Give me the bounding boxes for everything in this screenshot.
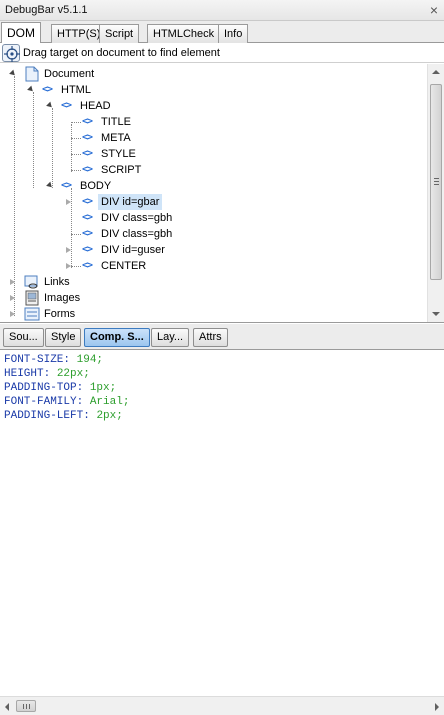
tree-connector bbox=[71, 122, 81, 123]
scroll-up-icon[interactable] bbox=[432, 70, 440, 74]
element-tag-icon: <> bbox=[82, 244, 93, 255]
horizontal-scrollbar[interactable] bbox=[0, 696, 444, 715]
style-row: FONT-SIZE: 194; bbox=[4, 353, 103, 367]
tree-connector bbox=[71, 266, 81, 267]
tab-computed-style[interactable]: Comp. S... bbox=[84, 328, 150, 347]
collapse-arrow-icon[interactable] bbox=[66, 199, 71, 205]
collapse-arrow-icon[interactable] bbox=[10, 295, 15, 301]
scrollbar-thumb[interactable] bbox=[16, 700, 36, 712]
window-title: DebugBar v5.1.1 bbox=[5, 4, 88, 16]
style-value: 194; bbox=[76, 354, 104, 366]
dom-tree: Document <> HTML <> HEAD <> TITLE <> MET… bbox=[0, 64, 444, 323]
style-property: PADDING-LEFT: bbox=[4, 410, 90, 422]
tree-connector bbox=[71, 154, 81, 155]
element-tag-icon: <> bbox=[82, 196, 93, 207]
style-property: PADDING-TOP: bbox=[4, 382, 84, 394]
collapse-arrow-icon[interactable] bbox=[66, 247, 71, 253]
style-row: PADDING-TOP: 1px; bbox=[4, 381, 116, 395]
computed-style-list: FONT-SIZE: 194; HEIGHT: 22px; PADDING-TO… bbox=[0, 351, 444, 696]
tree-label: STYLE bbox=[101, 148, 136, 160]
tree-label: Document bbox=[44, 68, 95, 80]
style-value: Arial; bbox=[89, 396, 130, 408]
main-tabs: DOM HTTP(S) Script HTMLCheck Info bbox=[0, 21, 444, 44]
crosshair-target-icon[interactable] bbox=[2, 44, 20, 62]
title-bar: DebugBar v5.1.1 × bbox=[0, 0, 444, 21]
style-row: PADDING-LEFT: 2px; bbox=[4, 409, 123, 423]
close-icon[interactable]: × bbox=[430, 2, 438, 18]
collapse-arrow-icon[interactable] bbox=[66, 263, 71, 269]
tree-connector bbox=[71, 170, 81, 171]
style-property: FONT-FAMILY: bbox=[4, 396, 84, 408]
expand-arrow-icon[interactable] bbox=[9, 69, 17, 78]
style-row: FONT-FAMILY: Arial; bbox=[4, 395, 129, 409]
element-tag-icon: <> bbox=[82, 212, 93, 223]
tree-label: DIV class=gbh bbox=[101, 212, 173, 224]
element-tag-icon: <> bbox=[82, 260, 93, 271]
tree-connector bbox=[52, 108, 53, 188]
tree-connector bbox=[33, 92, 34, 188]
tree-label: Forms bbox=[44, 308, 76, 320]
tab-htmlcheck[interactable]: HTMLCheck bbox=[147, 24, 221, 43]
tree-connector bbox=[71, 188, 72, 268]
collapse-arrow-icon[interactable] bbox=[10, 311, 15, 317]
tree-label: SCRIPT bbox=[101, 164, 142, 176]
document-icon bbox=[25, 66, 39, 82]
tree-scrollbar[interactable] bbox=[427, 64, 444, 322]
tree-connector bbox=[71, 124, 72, 172]
style-value: 1px; bbox=[89, 382, 117, 394]
tree-label: HEAD bbox=[80, 100, 111, 112]
tab-dom[interactable]: DOM bbox=[1, 22, 41, 44]
tab-attributes[interactable]: Attrs bbox=[193, 328, 228, 347]
tree-label: Images bbox=[44, 292, 81, 304]
element-tag-icon: <> bbox=[42, 84, 53, 95]
element-tag-icon: <> bbox=[61, 100, 72, 111]
tree-connector bbox=[71, 138, 81, 139]
target-toolbar: Drag target on document to find element bbox=[0, 43, 444, 63]
scroll-left-icon[interactable] bbox=[5, 703, 9, 711]
style-property: FONT-SIZE: bbox=[4, 354, 71, 366]
element-tag-icon: <> bbox=[82, 164, 93, 175]
tab-script[interactable]: Script bbox=[99, 24, 140, 43]
tab-info[interactable]: Info bbox=[218, 24, 249, 43]
forms-icon bbox=[24, 307, 40, 321]
tab-style[interactable]: Style bbox=[45, 328, 82, 347]
tree-label: CENTER bbox=[101, 260, 147, 272]
tree-label: HTML bbox=[61, 84, 91, 96]
tab-source[interactable]: Sou... bbox=[3, 328, 44, 347]
links-icon bbox=[24, 275, 38, 289]
style-value: 2px; bbox=[96, 410, 123, 422]
element-tag-icon: <> bbox=[82, 228, 93, 239]
style-value: 22px; bbox=[56, 368, 90, 380]
tree-label: META bbox=[101, 132, 131, 144]
collapse-arrow-icon[interactable] bbox=[10, 279, 15, 285]
style-property: HEIGHT: bbox=[4, 368, 51, 380]
images-icon bbox=[25, 290, 39, 306]
scroll-right-icon[interactable] bbox=[435, 703, 439, 711]
element-tag-icon: <> bbox=[82, 116, 93, 127]
tree-label: DIV class=gbh bbox=[101, 228, 173, 240]
style-row: HEIGHT: 22px; bbox=[4, 367, 90, 381]
tree-label: TITLE bbox=[101, 116, 131, 128]
tree-label-selected: DIV id=gbar bbox=[98, 194, 163, 210]
tree-label: BODY bbox=[80, 180, 112, 192]
tree-label: DIV id=guser bbox=[101, 244, 165, 256]
element-tag-icon: <> bbox=[61, 180, 72, 191]
element-tag-icon: <> bbox=[82, 148, 93, 159]
scrollbar-thumb[interactable] bbox=[430, 84, 442, 280]
element-tag-icon: <> bbox=[82, 132, 93, 143]
tree-connector bbox=[71, 234, 81, 235]
detail-tabs: Sou... Style Comp. S... Lay... Attrs bbox=[0, 324, 444, 350]
scroll-down-icon[interactable] bbox=[432, 312, 440, 316]
tab-layout[interactable]: Lay... bbox=[151, 328, 190, 347]
tree-label: Links bbox=[44, 276, 70, 288]
target-hint: Drag target on document to find element bbox=[23, 47, 220, 59]
